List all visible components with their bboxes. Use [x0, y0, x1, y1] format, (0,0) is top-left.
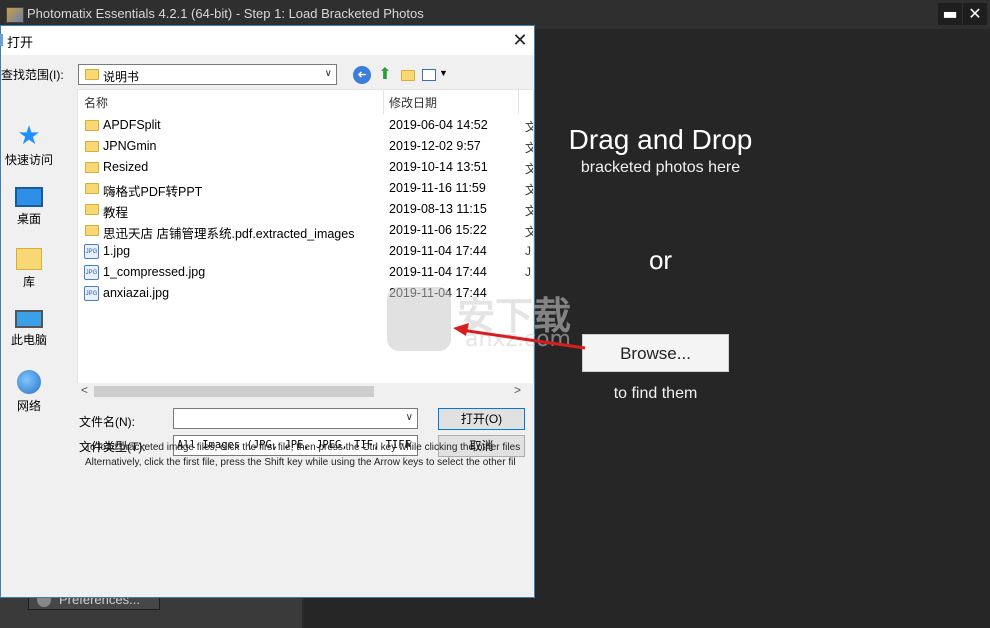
chevron-down-icon: ∨ [324, 68, 332, 79]
file-date: 2019-11-04 17:44 [389, 244, 487, 258]
lookin-dropdown[interactable]: 说明书 ∨ [78, 64, 337, 85]
jpg-file-icon: JPG [84, 265, 99, 280]
view-menu-icon[interactable]: ▼ [422, 66, 448, 84]
jpg-file-icon: JPG [84, 286, 99, 301]
desktop-icon [15, 187, 43, 207]
file-row[interactable]: 嗨格式PDF转PPT 2019-11-16 11:59 文 [78, 178, 533, 199]
dialog-titlebar: 打开 ✕ [0, 26, 534, 55]
file-type-truncated: 文 [525, 118, 533, 135]
file-date: 2019-10-14 13:51 [389, 160, 488, 174]
browse-button[interactable]: Browse... [582, 334, 729, 372]
star-icon: ★ [17, 120, 41, 150]
file-type-truncated: 文 [525, 160, 533, 177]
jpg-file-icon: JPG [84, 244, 99, 259]
place-label: 此电脑 [10, 333, 47, 347]
file-date: 2019-08-13 11:15 [389, 202, 487, 216]
sort-caret-icon: ⌃ [226, 89, 235, 97]
file-date: 2019-11-16 11:59 [389, 181, 486, 195]
file-name: APDFSplit [103, 118, 161, 132]
folder-icon [85, 120, 99, 131]
horizontal-scrollbar[interactable]: < > [77, 383, 534, 400]
lookin-value: 说明书 [103, 70, 140, 84]
place-label: 桌面 [16, 212, 41, 226]
folder-icon [85, 225, 99, 236]
file-type-truncated: J [525, 244, 531, 258]
view-grid-icon [422, 69, 436, 81]
library-icon [16, 248, 42, 270]
dialog-close-button[interactable]: ✕ [509, 28, 531, 52]
file-type-truncated: 文 [525, 139, 533, 156]
minimize-button[interactable]: ▬ [938, 3, 962, 25]
file-row[interactable]: 教程 2019-08-13 11:15 文 [78, 199, 533, 220]
find-them-text: to find them [613, 385, 698, 402]
file-type-truncated: 文 [525, 223, 533, 240]
file-name: JPNGmin [103, 139, 157, 153]
folder-icon [85, 204, 99, 215]
column-header-name[interactable]: 名称 [84, 94, 108, 111]
file-row[interactable]: JPNGmin 2019-12-02 9:57 文 [78, 136, 533, 157]
file-row[interactable]: APDFSplit 2019-06-04 14:52 文 [78, 115, 533, 136]
arrow-icon [453, 323, 586, 350]
place-label: 网络 [16, 399, 41, 413]
back-icon[interactable]: ➜ [353, 66, 371, 84]
file-row[interactable]: 思迅天店 店铺管理系统.pdf.extracted_images 2019-11-… [78, 220, 533, 241]
folder-icon [85, 141, 99, 152]
place-this-pc[interactable]: 此电脑 [1, 308, 57, 348]
app-logo-icon [6, 7, 24, 23]
dialog-title: 打开 [7, 35, 34, 50]
open-button[interactable]: 打开(O) [438, 408, 525, 430]
place-libraries[interactable]: 库 [1, 246, 57, 290]
scroll-right-icon[interactable]: > [514, 383, 521, 397]
column-divider[interactable] [383, 90, 384, 114]
computer-icon [15, 310, 43, 328]
file-date: 2019-06-04 14:52 [389, 118, 488, 132]
new-folder-icon[interactable] [399, 66, 417, 84]
places-bar: ★ 快速访问 桌面 库 此电脑 网络 [1, 114, 73, 413]
shield-icon [387, 287, 451, 351]
file-row[interactable]: Resized 2019-10-14 13:51 文 [78, 157, 533, 178]
scroll-left-icon[interactable]: < [81, 383, 88, 397]
file-name: 教程 [103, 206, 129, 220]
close-button[interactable]: ✕ [963, 3, 987, 25]
caret-down-icon: ▼ [439, 68, 448, 78]
file-row[interactable]: JPG 1.jpg 2019-11-04 17:44 J [78, 241, 533, 262]
file-type-truncated: 文 [525, 181, 533, 198]
chevron-down-icon[interactable]: ∨ [406, 412, 413, 423]
dialog-icon [0, 34, 3, 46]
place-desktop[interactable]: 桌面 [1, 184, 57, 227]
folder-icon [85, 162, 99, 173]
file-name: anxiazai.jpg [103, 286, 170, 300]
file-date: 2019-11-04 17:44 [389, 265, 487, 279]
filename-label: 文件名(N): [79, 415, 135, 429]
help-text-line-2: Alternatively, click the first file, pre… [85, 457, 516, 468]
scroll-thumb[interactable] [94, 386, 374, 397]
column-divider[interactable] [518, 90, 519, 114]
file-name: 嗨格式PDF转PPT [103, 185, 203, 199]
file-type-truncated: 文 [525, 202, 533, 219]
file-name: 1_compressed.jpg [103, 265, 206, 279]
network-icon [17, 370, 41, 394]
file-type-truncated: J [525, 265, 531, 279]
file-date: 2019-11-06 15:22 [389, 223, 487, 237]
filename-input[interactable]: ∨ [173, 408, 418, 429]
place-label: 快速访问 [4, 153, 53, 167]
place-label: 库 [22, 275, 35, 289]
place-quick-access[interactable]: ★ 快速访问 [1, 122, 57, 168]
up-folder-icon[interactable]: ⬆ [376, 66, 394, 84]
file-row[interactable]: JPG 1_compressed.jpg 2019-11-04 17:44 J [78, 262, 533, 283]
file-name: 1.jpg [103, 244, 131, 258]
lookin-label: 查找范围(I): [1, 68, 64, 82]
file-name: 思迅天店 店铺管理系统.pdf.extracted_images [103, 227, 355, 241]
column-header-date[interactable]: 修改日期 [389, 94, 437, 111]
file-name: Resized [103, 160, 149, 174]
file-date: 2019-12-02 9:57 [389, 139, 481, 153]
app-title: Photomatix Essentials 4.2.1 (64-bit) - S… [27, 6, 424, 21]
folder-icon [85, 183, 99, 194]
folder-icon [85, 69, 99, 80]
help-text-line-1: To load bracketed image files, click the… [85, 442, 521, 453]
folder-icon [401, 70, 415, 81]
place-network[interactable]: 网络 [1, 370, 57, 414]
